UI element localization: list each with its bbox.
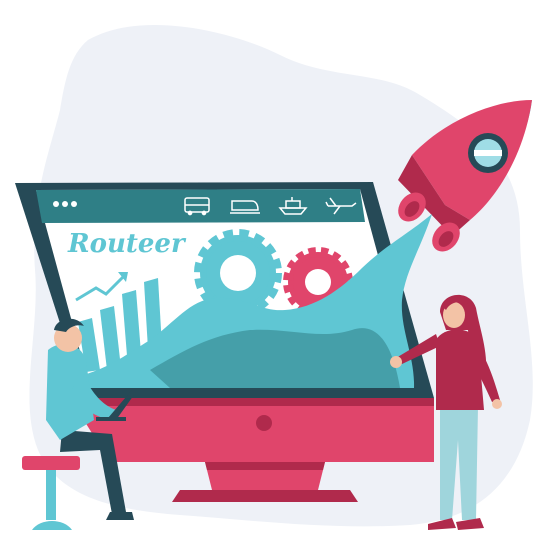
browser-bar — [36, 189, 365, 223]
power-button — [256, 415, 272, 431]
window-dot — [53, 201, 59, 207]
window-dot — [62, 201, 68, 207]
brand-logo: Routeer — [67, 229, 187, 259]
window-dot — [71, 201, 77, 207]
illustration: Routeer — [15, 24, 533, 530]
